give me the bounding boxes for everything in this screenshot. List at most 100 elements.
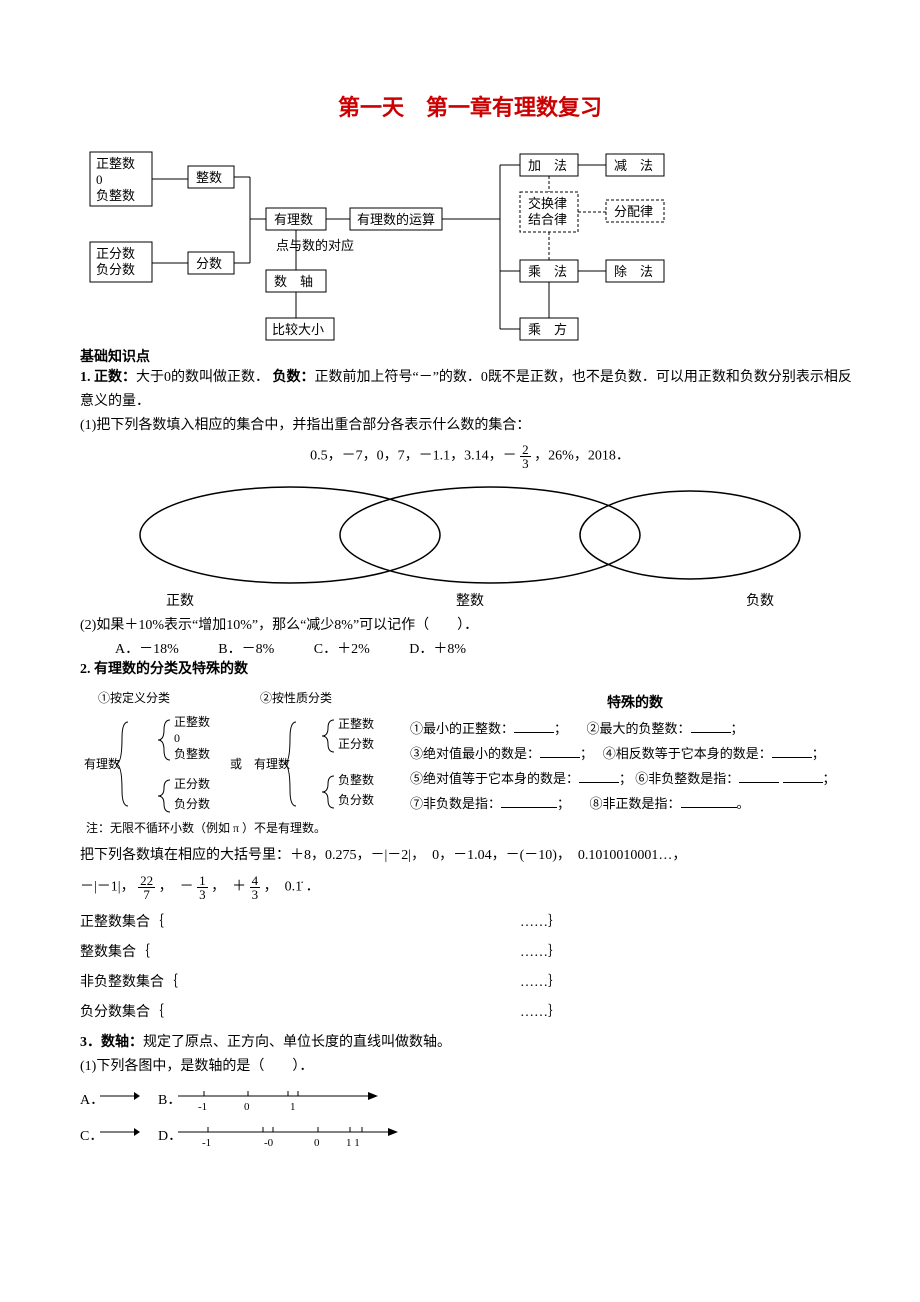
svg-text:1 1: 1 1	[346, 1137, 360, 1149]
semi: ；	[823, 771, 836, 786]
q3-a: －|－1|，	[80, 880, 135, 895]
special-heading: 特殊的数	[410, 692, 860, 712]
nl-opt-c: C．	[80, 1125, 100, 1145]
semi: ；	[619, 771, 632, 786]
svg-text:交换律: 交换律	[528, 196, 567, 211]
numbers-1: 0.5，－7，0，7，－1.1，3.14，－	[310, 449, 517, 464]
set-4-label: 负分数集合｛	[80, 1001, 190, 1021]
special-numbers-panel: 特殊的数 ①最小的正整数：； ②最大的负整数：； ③绝对值最小的数是：； ④相反…	[410, 688, 860, 818]
venn-label-pos: 正数	[150, 590, 210, 610]
q2-opt-a: A．－18%	[115, 638, 179, 658]
q3-line2: －|－1|， 22 7 ， － 1 3 ， ＋ 4 3 ， 0.1̇ ．	[80, 874, 860, 901]
fraction-22-7: 22 7	[138, 874, 155, 901]
svg-text:乘 方: 乘 方	[528, 322, 567, 337]
frac-den: 3	[250, 888, 261, 901]
sp-1b: ②最大的负整数：	[587, 721, 691, 736]
q2-opt-b: B．－8%	[218, 638, 274, 658]
set-3-end: ……｝	[520, 971, 562, 991]
svg-text:0: 0	[174, 731, 180, 745]
svg-text:有理数: 有理数	[84, 756, 120, 771]
frac-den: 3	[520, 457, 531, 470]
numbers-2: ，26%，2018．	[534, 449, 630, 464]
numbers-list: 0.5，－7，0，7，－1.1，3.14，－ 2 3 ，26%，2018．	[80, 443, 860, 470]
blank[interactable]	[540, 743, 580, 758]
svg-text:0: 0	[96, 172, 103, 187]
p1-text-a: 大于0的数叫做正数．	[136, 370, 269, 385]
blank[interactable]	[772, 743, 812, 758]
frac-num: 1	[197, 874, 208, 888]
set-3: 非负整数集合｛……｝	[80, 971, 860, 991]
nl-row-cd: C． D． -1 -0 0 1 1	[80, 1120, 860, 1150]
set-1-label: 正整数集合｛	[80, 911, 190, 931]
nl-opt-a: A．	[80, 1089, 100, 1109]
set-4-end: ……｝	[520, 1001, 562, 1021]
svg-text:0: 0	[314, 1137, 320, 1149]
frac-den: 7	[138, 888, 155, 901]
q2-options: A．－18% B．－8% C．＋2% D．＋8%	[80, 638, 860, 658]
sp-4b: ⑧非正数是指：	[590, 796, 681, 811]
venn-label-int: 整数	[440, 590, 500, 610]
semi: ；	[580, 746, 593, 761]
venn-diagram	[130, 480, 810, 590]
fraction-2-3: 2 3	[520, 443, 531, 470]
svg-text:①按定义分类: ①按定义分类	[98, 690, 170, 705]
svg-text:负分数: 负分数	[338, 792, 374, 807]
p2-heading-text: 2. 有理数的分类及特殊的数	[80, 662, 248, 677]
svg-text:减 法: 减 法	[614, 158, 653, 173]
blank[interactable]	[739, 768, 779, 783]
blank[interactable]	[691, 718, 731, 733]
fraction-1-3: 1 3	[197, 874, 208, 901]
svg-text:结合律: 结合律	[528, 212, 567, 227]
svg-text:负整数: 负整数	[96, 188, 135, 203]
svg-text:数 轴: 数 轴	[274, 274, 313, 289]
blank[interactable]	[783, 768, 823, 783]
svg-text:正分数: 正分数	[338, 736, 374, 751]
classification-diagram: .t{font-family:"SimSun",serif;font-size:…	[80, 688, 400, 838]
semi: ；	[731, 721, 744, 736]
p3-text: 规定了原点、正方向、单位长度的直线叫做数轴。	[143, 1035, 451, 1050]
numberline-c	[100, 1122, 140, 1148]
set-1: 正整数集合｛ ……｝	[80, 911, 860, 931]
semi: ；	[812, 746, 825, 761]
set-2: 整数集合｛ ……｝	[80, 941, 860, 961]
blank[interactable]	[501, 793, 557, 808]
set-2-label: 整数集合｛	[80, 941, 190, 961]
blank[interactable]	[681, 793, 737, 808]
fraction-4-3: 4 3	[250, 874, 261, 901]
set-2-end: ……｝	[520, 941, 562, 961]
paragraph-1: 1. 正数：大于0的数叫做正数． 负数：正数前加上符号“－”的数．0既不是正数，…	[80, 366, 860, 414]
blank[interactable]	[514, 718, 554, 733]
q3-intro: 把下列各数填在相应的大括号里：＋8，0.275，－|－2|， 0，－1.04，－…	[80, 844, 860, 868]
p2-heading: 2. 有理数的分类及特殊的数	[80, 658, 860, 682]
set-1-end: ……｝	[520, 911, 562, 931]
svg-text:负整数: 负整数	[338, 772, 374, 787]
svg-text:正分数: 正分数	[174, 776, 210, 791]
p3: 3．数轴：规定了原点、正方向、单位长度的直线叫做数轴。	[80, 1031, 860, 1055]
frac-den: 3	[197, 888, 208, 901]
nl-row-ab: A． B． -1 0 1	[80, 1084, 860, 1114]
frac-num: 22	[138, 874, 155, 888]
blank[interactable]	[579, 768, 619, 783]
q3-b: ， －	[159, 880, 194, 895]
p3-heading: 3．数轴：	[80, 1035, 143, 1050]
sp-1a: ①最小的正整数：	[410, 721, 514, 736]
sp-4a: ⑦非负数是指：	[410, 796, 501, 811]
nl-opt-d: D．	[158, 1125, 178, 1145]
question-nl: (1)下列各图中，是数轴的是（ ）．	[80, 1055, 860, 1079]
question-1: (1)把下列各数填入相应的集合中，并指出重合部分各表示什么数的集合：	[80, 414, 860, 438]
svg-text:有理数的运算: 有理数的运算	[357, 212, 435, 227]
svg-text:-1: -1	[202, 1137, 211, 1149]
svg-text:正整数: 正整数	[174, 714, 210, 729]
svg-text:正分数: 正分数	[96, 246, 135, 261]
svg-text:1: 1	[290, 1101, 296, 1113]
q2-opt-c: C．＋2%	[314, 638, 370, 658]
svg-text:-1: -1	[198, 1101, 207, 1113]
q3-c: ， ＋	[211, 880, 246, 895]
svg-text:正整数: 正整数	[96, 156, 135, 171]
svg-text:乘 法: 乘 法	[528, 264, 567, 279]
sp-3b: ⑥非负整数是指：	[635, 771, 739, 786]
page-title: 第一天 第一章有理数复习	[80, 90, 860, 122]
svg-text:分数: 分数	[196, 256, 222, 271]
q3-d: ， 0.1̇ ．	[264, 880, 320, 895]
p1-bold-a: 1. 正数：	[80, 370, 136, 385]
